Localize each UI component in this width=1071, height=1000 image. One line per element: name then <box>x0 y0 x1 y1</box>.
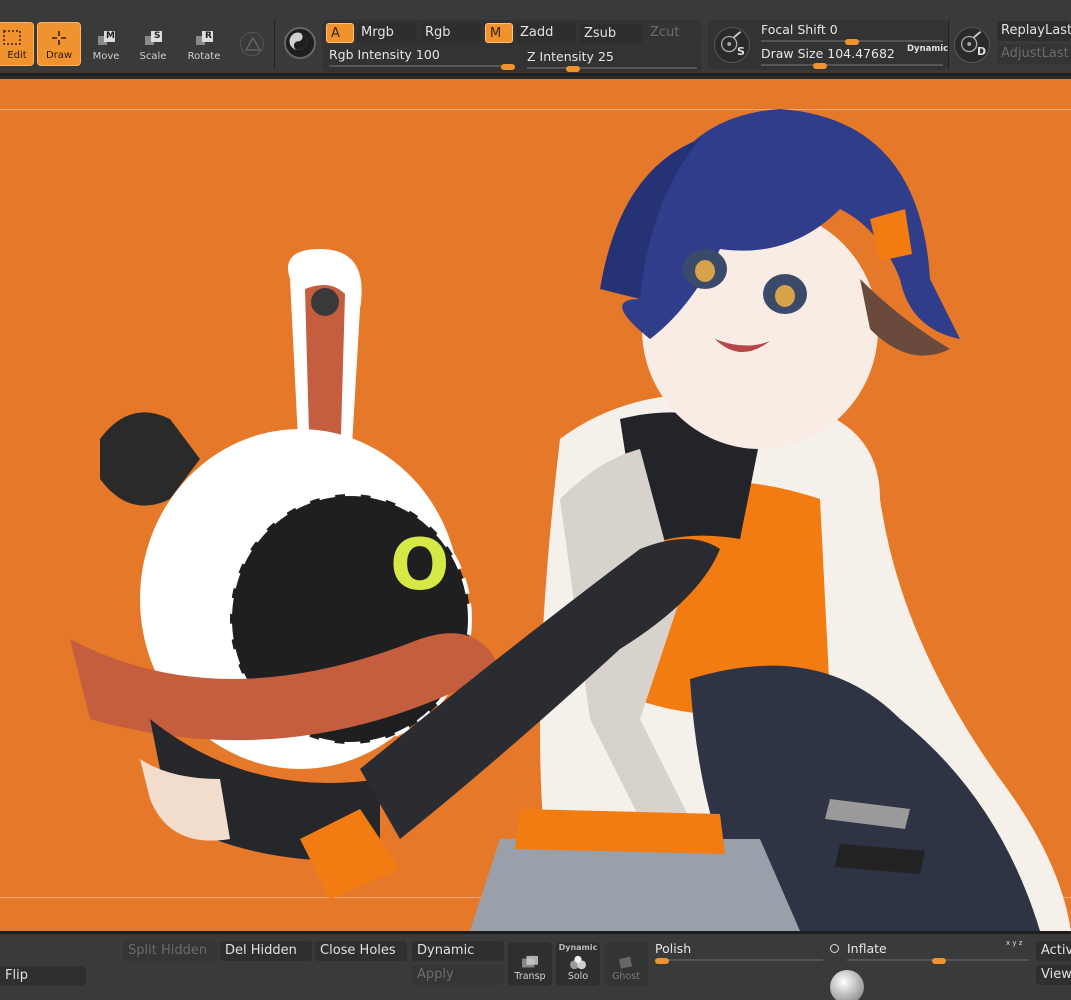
stroke-d-button[interactable]: D <box>954 27 990 63</box>
scale-label: Scale <box>139 51 167 62</box>
scale-button[interactable]: S Scale <box>131 22 175 66</box>
viewm-button[interactable]: ViewM <box>1036 965 1071 985</box>
toolbar-divider <box>948 20 949 70</box>
rgb-intensity-label: Rgb Intensity <box>329 47 412 62</box>
zadd-button[interactable]: Zadd <box>516 23 576 43</box>
apply-button[interactable]: Apply <box>412 965 504 985</box>
transp-button[interactable]: Transp <box>508 942 552 986</box>
move-icon: M <box>95 30 117 48</box>
material-sphere[interactable] <box>830 970 864 1000</box>
z-intensity-label: Z Intensity <box>527 49 594 64</box>
inflate-label: Inflate <box>847 941 887 956</box>
z-intensity-knob[interactable] <box>566 66 580 72</box>
svg-text:O: O <box>390 524 450 606</box>
rotate-button[interactable]: R Rotate <box>182 22 226 66</box>
model-render: O <box>70 109 1071 931</box>
perspective-icon <box>244 36 262 51</box>
rgb-button[interactable]: Rgb <box>421 23 481 43</box>
flip-button[interactable]: Flip <box>0 966 86 986</box>
edit-label: Edit <box>7 50 27 61</box>
draw-button[interactable]: Draw <box>37 22 81 66</box>
rotate-label: Rotate <box>187 51 221 62</box>
top-toolbar: Edit Draw M Move S Scale R Rotate A Mrgb… <box>0 0 1071 76</box>
edit-button[interactable]: Edit <box>0 22 34 66</box>
draw-label: Draw <box>45 50 73 61</box>
adjust-last-button[interactable]: AdjustLast <box>997 44 1071 64</box>
move-button[interactable]: M Move <box>84 22 128 66</box>
z-intensity-slider[interactable]: Z Intensity 25 <box>527 48 697 72</box>
focal-shift-label: Focal Shift <box>761 22 826 37</box>
stroke-s-button[interactable]: S <box>714 27 750 63</box>
toolbar-divider <box>274 20 275 70</box>
rotate-icon: R <box>193 30 215 48</box>
polish-slider[interactable]: Polish <box>655 940 823 964</box>
close-holes-button[interactable]: Close Holes <box>315 941 407 961</box>
polish-label: Polish <box>655 941 692 956</box>
viewport-canvas[interactable]: O <box>0 79 1071 931</box>
split-hidden-button[interactable]: Split Hidden <box>123 941 217 961</box>
scale-icon: S <box>142 30 164 48</box>
solo-icon <box>570 955 586 970</box>
draw-size-value: 104.47682 <box>827 46 895 61</box>
dynamic-button[interactable]: Dynamic <box>412 941 504 961</box>
draw-size-label: Draw Size <box>761 46 824 61</box>
mrgb-button[interactable]: Mrgb <box>357 23 417 43</box>
xyz-toggle[interactable]: x y z <box>1006 939 1022 947</box>
bottom-toolbar: Flip Split Hidden Del Hidden Close Holes… <box>0 931 1071 1000</box>
draw-size-knob[interactable] <box>813 63 827 69</box>
zcut-button[interactable]: Zcut <box>646 23 702 43</box>
polish-knob[interactable] <box>655 958 669 964</box>
lightbox-button[interactable] <box>284 27 316 59</box>
activate-button[interactable]: Activa <box>1036 941 1071 961</box>
rgb-intensity-slider[interactable]: Rgb Intensity 100 <box>329 46 515 70</box>
ghost-icon <box>618 956 633 969</box>
focal-shift-value: 0 <box>829 22 838 37</box>
inflate-knob[interactable] <box>932 958 946 964</box>
replay-last-button[interactable]: ReplayLast <box>997 21 1071 41</box>
lightbox-icon <box>289 32 307 50</box>
a-toggle[interactable]: A <box>326 23 354 43</box>
ghost-button[interactable]: Ghost <box>604 942 648 986</box>
zsub-button[interactable]: Zsub <box>580 24 642 44</box>
move-label: Move <box>92 51 120 62</box>
z-intensity-value: 25 <box>597 49 614 64</box>
dynamic-label[interactable]: Dynamic <box>907 44 948 54</box>
rgb-intensity-knob[interactable] <box>501 64 515 70</box>
inflate-slider[interactable]: Inflate <box>847 940 1029 964</box>
transp-icon <box>522 955 538 968</box>
perspective-button[interactable] <box>240 32 264 56</box>
rgb-intensity-value: 100 <box>415 47 440 62</box>
m-toggle[interactable]: M <box>485 23 513 43</box>
focal-shift-slider[interactable]: Focal Shift 0 <box>761 21 943 45</box>
draw-icon <box>48 29 70 47</box>
inflate-radio[interactable] <box>830 944 839 953</box>
del-hidden-button[interactable]: Del Hidden <box>220 941 312 961</box>
solo-button[interactable]: Dynamic Solo <box>556 942 600 986</box>
edit-icon <box>1 29 23 47</box>
